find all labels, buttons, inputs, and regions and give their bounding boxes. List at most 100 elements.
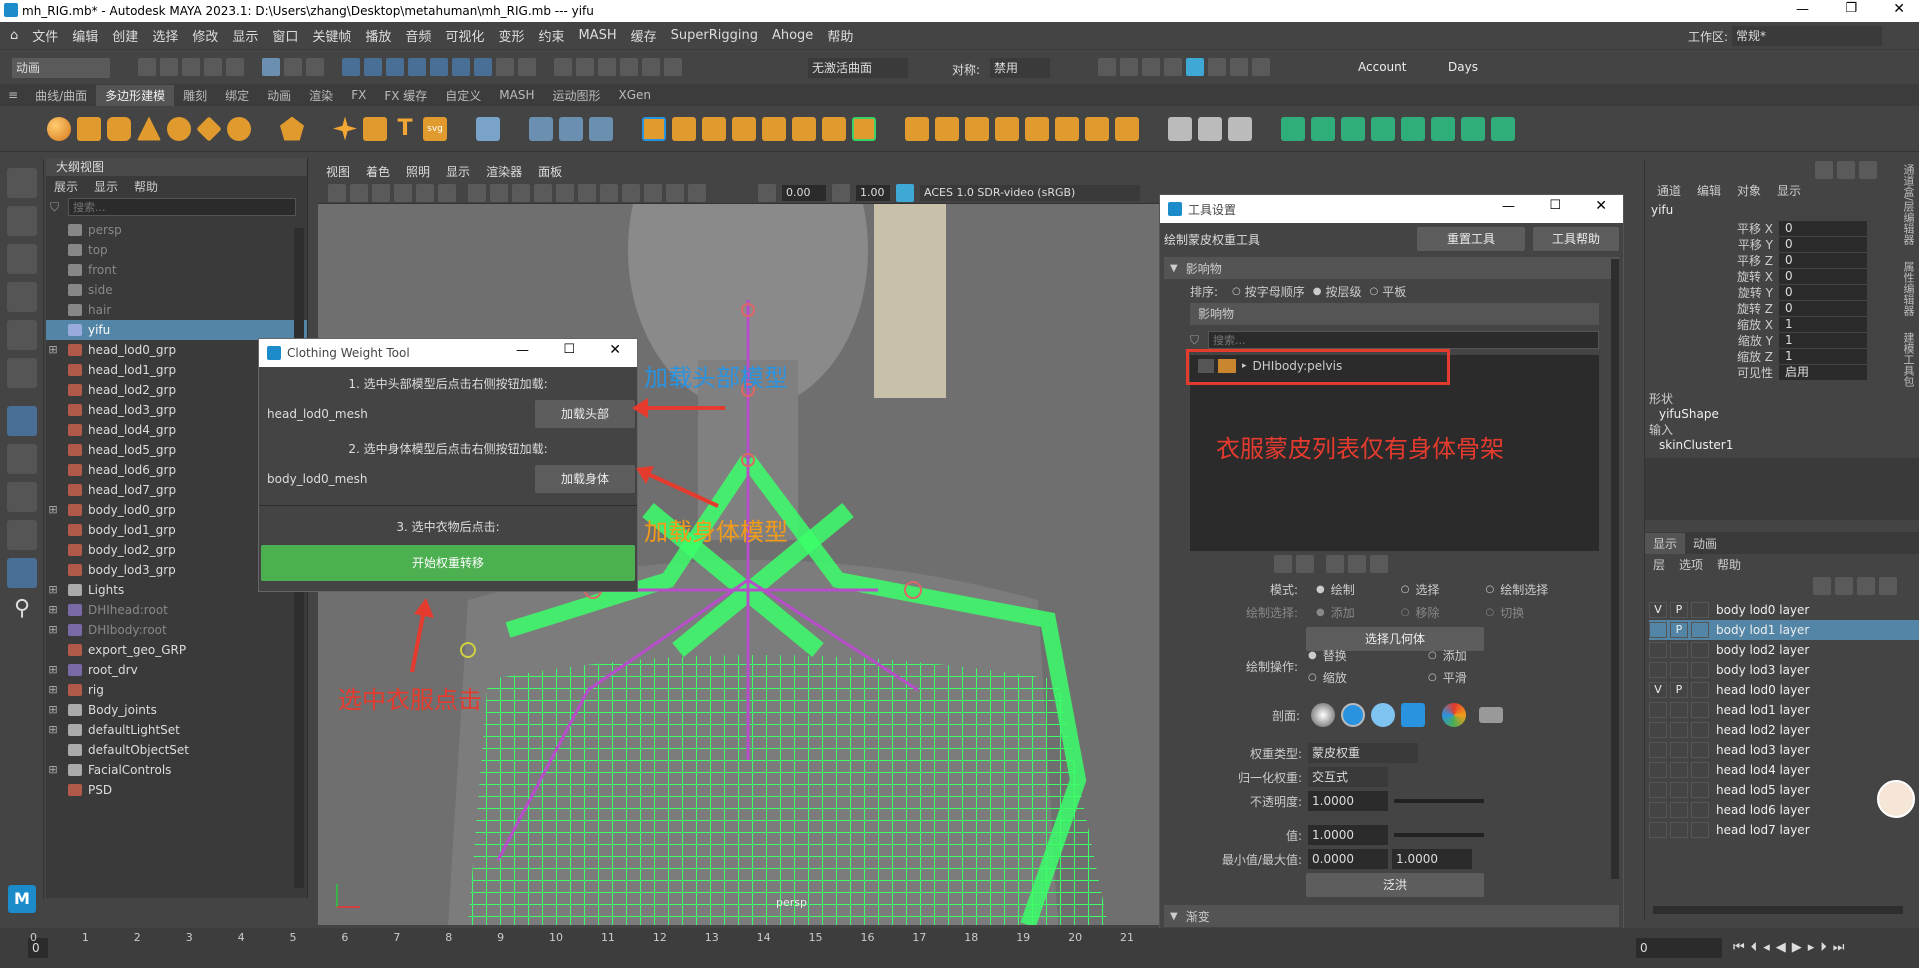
image-plane-icon[interactable] — [394, 183, 412, 202]
layer-playback-toggle[interactable] — [1670, 662, 1688, 678]
shelf-tab[interactable]: 动画 — [258, 85, 300, 106]
layer-row[interactable]: body lod3 layer — [1649, 660, 1919, 680]
channel-row[interactable]: 旋转 Z 0 — [1645, 300, 1867, 316]
tool-settings-scrollbar[interactable] — [1611, 259, 1619, 879]
viewport-menu-item[interactable]: 渲染器 — [486, 163, 522, 180]
viewport-menu-item[interactable]: 视图 — [326, 163, 350, 180]
channel-box-menu-item[interactable]: 通道 — [1657, 182, 1681, 199]
radio-button[interactable]: ○ — [1232, 286, 1241, 297]
layer-row[interactable]: head lod7 layer — [1649, 820, 1919, 840]
paint-op-option[interactable]: ○ 添加 — [1428, 644, 1548, 666]
snap-grid-icon[interactable] — [342, 58, 360, 76]
layer-menu-item[interactable]: 层 — [1653, 556, 1665, 573]
uv-cut-icon[interactable] — [1311, 116, 1335, 141]
expand-icon[interactable]: ⊞ — [46, 500, 60, 520]
hypershade-icon[interactable] — [1164, 58, 1182, 76]
mirror-icon[interactable] — [822, 116, 846, 141]
min-value-field[interactable]: 0.0000 — [1308, 849, 1388, 869]
lock-icon[interactable] — [496, 58, 514, 76]
shelf-tab[interactable]: 渲染 — [300, 85, 342, 106]
maximize-button[interactable]: ❐ — [1845, 1, 1857, 16]
shelf-tab[interactable]: FX 缓存 — [375, 85, 436, 106]
tool-help-button[interactable]: 工具帮助 — [1533, 227, 1619, 251]
crease-icon[interactable] — [589, 116, 613, 141]
layer-color-swatch[interactable] — [1691, 762, 1709, 778]
layer-row[interactable]: head lod1 layer — [1649, 700, 1919, 720]
render-settings-icon[interactable] — [1142, 58, 1160, 76]
layer-color-swatch[interactable] — [1691, 682, 1709, 698]
layer-visibility-toggle[interactable] — [1649, 642, 1667, 658]
outliner-item[interactable]: side — [46, 280, 307, 300]
gamma-icon[interactable] — [832, 183, 850, 202]
brush-soft-icon[interactable] — [1341, 703, 1366, 727]
copy-weights-icon[interactable] — [1274, 555, 1292, 573]
radio-button[interactable]: ○ — [1370, 286, 1379, 297]
shelf-menu-icon[interactable]: ≡ — [0, 86, 26, 104]
viewport-menu-item[interactable]: 着色 — [366, 163, 390, 180]
outliner-item[interactable]: defaultObjectSet — [46, 740, 307, 760]
radio-button[interactable]: ○ — [1401, 584, 1410, 595]
channel-value[interactable]: 1 — [1779, 332, 1867, 348]
layer-playback-toggle[interactable] — [1670, 782, 1688, 798]
history-icon[interactable] — [664, 58, 682, 76]
play-forward-icon[interactable]: ▶ — [1792, 940, 1802, 955]
shelf-tab[interactable]: 运动图形 — [543, 85, 609, 106]
sweep-mesh-icon[interactable] — [363, 116, 387, 141]
channel-value[interactable]: 1 — [1779, 348, 1867, 364]
layer-visibility-toggle[interactable] — [1649, 822, 1667, 838]
load-body-button[interactable]: 加载身体 — [535, 465, 635, 493]
layer-visibility-toggle[interactable] — [1649, 742, 1667, 758]
pause-icon[interactable] — [1252, 58, 1270, 76]
remesh-icon[interactable] — [762, 116, 786, 141]
poke-icon[interactable] — [1055, 116, 1079, 141]
platonic-solid-icon[interactable] — [280, 116, 304, 141]
layer-playback-toggle[interactable] — [1670, 762, 1688, 778]
maximize-button[interactable]: ☐ — [563, 342, 575, 357]
smooth-icon[interactable] — [702, 116, 726, 141]
close-button[interactable]: ✕ — [609, 342, 621, 358]
light-editor-icon[interactable] — [1208, 58, 1226, 76]
scale-tool-icon[interactable] — [7, 358, 37, 388]
expand-icon[interactable]: ⊞ — [46, 600, 60, 620]
channel-row[interactable]: 可见性 启用 — [1645, 364, 1867, 380]
uv-sew-icon[interactable] — [1341, 116, 1365, 141]
layer-color-swatch[interactable] — [1691, 742, 1709, 758]
outliner-item[interactable]: front — [46, 260, 307, 280]
expand-icon[interactable]: ⊞ — [46, 680, 60, 700]
snap-surface-icon[interactable] — [430, 58, 448, 76]
account-link[interactable]: Account — [1358, 60, 1406, 74]
opacity-slider[interactable] — [1394, 799, 1484, 803]
expand-icon[interactable]: ⊞ — [46, 620, 60, 640]
move-tool-icon[interactable] — [7, 282, 37, 312]
menu-item[interactable]: 窗口 — [272, 26, 298, 45]
snap-icon[interactable] — [474, 58, 492, 76]
gamma-field[interactable]: 1.00 — [856, 184, 890, 201]
brush-gaussian-icon[interactable] — [1311, 703, 1336, 727]
value-field[interactable]: 1.0000 — [1308, 825, 1388, 845]
time-slider[interactable]: 0 0 1 2 3 4 5 6 7 8 9 10 11 12 13 14 15 16 17 18 19 20 21 0 ⏮… — [0, 928, 1919, 968]
separate-icon[interactable] — [672, 116, 696, 141]
channel-value[interactable]: 0 — [1779, 284, 1867, 300]
uv-shell-icon[interactable] — [1281, 116, 1305, 141]
menu-item[interactable]: 编辑 — [72, 26, 98, 45]
history-icon[interactable] — [576, 58, 594, 76]
select-mode-icon[interactable] — [306, 58, 324, 76]
layer-playback-toggle[interactable]: P — [1670, 602, 1688, 618]
layer-color-swatch[interactable] — [1691, 662, 1709, 678]
outliner-menu-item[interactable]: 展示 — [54, 178, 78, 195]
redo-icon[interactable] — [226, 58, 244, 76]
shelf-tab[interactable]: FX — [342, 86, 375, 104]
avatar[interactable] — [1877, 780, 1915, 818]
brush-texture-icon[interactable] — [1442, 703, 1467, 727]
render-frame-icon[interactable] — [1098, 58, 1116, 76]
uv-editor-icon[interactable] — [476, 116, 500, 141]
poly-cylinder-icon[interactable] — [107, 116, 131, 141]
go-to-end-icon[interactable]: ⏭ — [1833, 940, 1845, 955]
outliner-item[interactable]: PSD — [46, 780, 307, 800]
ao-icon[interactable] — [666, 183, 684, 202]
colorspace-icon[interactable] — [896, 183, 914, 202]
new-scene-icon[interactable] — [138, 58, 156, 76]
viewport-menu-item[interactable]: 显示 — [446, 163, 470, 180]
viewport-menu-item[interactable]: 照明 — [406, 163, 430, 180]
uv-straighten-icon[interactable] — [1491, 116, 1515, 141]
